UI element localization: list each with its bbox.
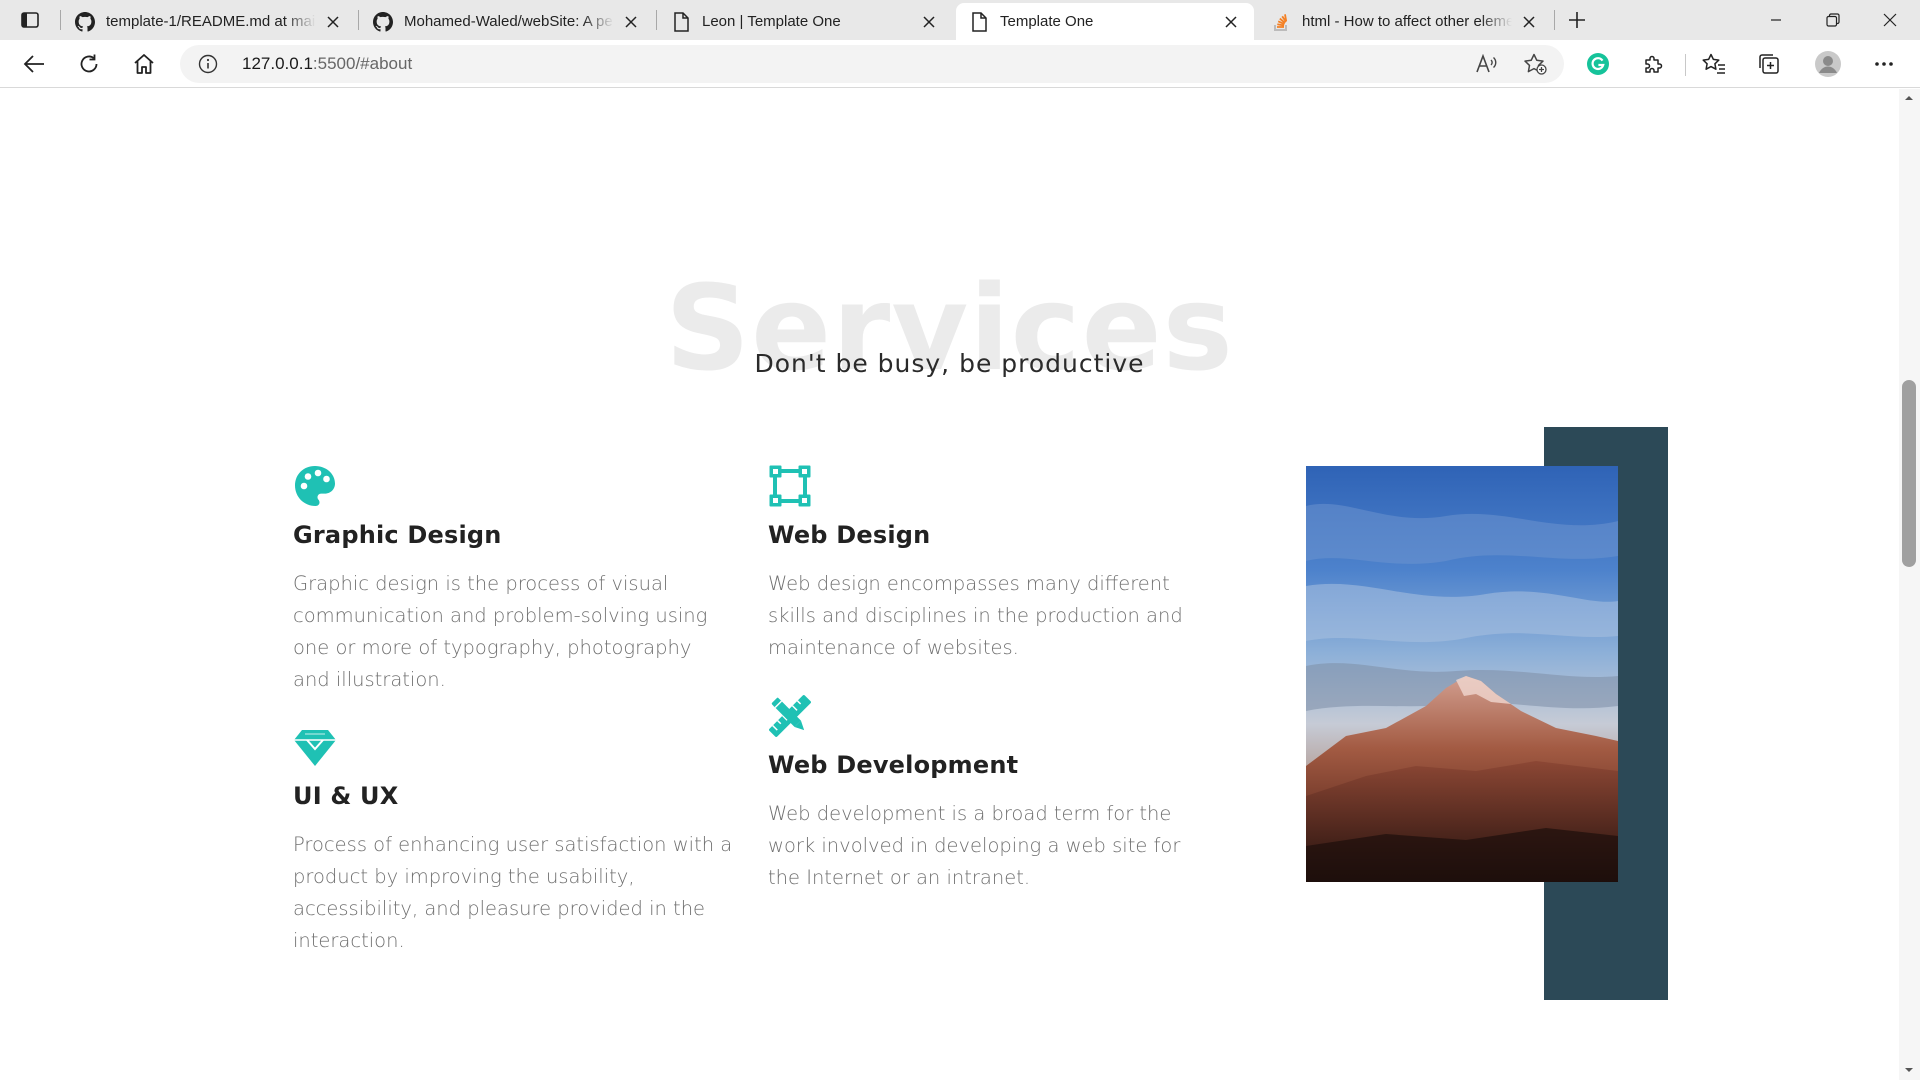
section-subtitle: Don't be busy, be productive: [754, 349, 1145, 378]
address-bar[interactable]: 127.0.0.1:5500/#about: [180, 45, 1564, 83]
browser-toolbar: 127.0.0.1:5500/#about: [0, 40, 1920, 88]
grammarly-icon: [1587, 53, 1609, 75]
back-button[interactable]: [16, 48, 52, 80]
scroll-down-arrow-icon[interactable]: [1904, 1065, 1914, 1075]
service-graphic-design: Graphic Design Graphic design is the pro…: [293, 464, 733, 696]
page-icon: [670, 11, 692, 33]
extensions-button[interactable]: [1635, 48, 1671, 80]
restore-icon: [1826, 13, 1840, 27]
service-description: Graphic design is the process of visual …: [293, 572, 708, 691]
arrow-left-icon: [23, 55, 44, 73]
palette-icon: [295, 466, 335, 506]
service-title: Graphic Design: [293, 521, 502, 549]
tab-website-repo[interactable]: Mohamed-Waled/webSite: A personal: [360, 3, 654, 40]
close-icon[interactable]: [620, 11, 642, 33]
service-title: Web Development: [768, 751, 1019, 779]
close-window-button[interactable]: [1862, 0, 1918, 40]
profile-button[interactable]: [1810, 48, 1846, 80]
mountain-image: [1306, 466, 1618, 882]
refresh-button[interactable]: [71, 48, 107, 80]
page-scrollbar[interactable]: [1899, 89, 1920, 1080]
tab-title: Leon | Template One: [702, 13, 841, 30]
service-description: Web development is a broad term for the …: [768, 802, 1181, 889]
url-text[interactable]: 127.0.0.1:5500/#about: [242, 54, 412, 74]
service-description: Web design encompasses many different sk…: [768, 572, 1183, 659]
collections-icon: [1759, 54, 1779, 74]
github-icon: [74, 11, 96, 33]
tab-title: template-1/README.md at main: [106, 13, 316, 30]
collections-button[interactable]: [1751, 48, 1787, 80]
add-favorite-button[interactable]: [1518, 48, 1552, 80]
read-aloud-icon: [1476, 54, 1497, 73]
tab-title: html - How to affect other elements: [1302, 13, 1512, 30]
tab-actions-button[interactable]: [12, 6, 48, 34]
url-host: 127.0.0.1: [242, 54, 313, 73]
pencil-ruler-icon: [769, 695, 811, 737]
close-icon[interactable]: [1220, 11, 1242, 33]
restore-button[interactable]: [1805, 0, 1861, 40]
vector-square-icon: [769, 465, 811, 507]
scrollbar-thumb[interactable]: [1902, 380, 1916, 567]
close-icon[interactable]: [322, 11, 344, 33]
service-ui-ux: UI & UX Process of enhancing user satisf…: [293, 725, 733, 957]
plus-icon: [1569, 12, 1585, 28]
service-title: UI & UX: [293, 782, 399, 810]
more-icon: [1875, 62, 1893, 66]
close-icon: [1883, 13, 1897, 27]
read-aloud-button[interactable]: [1470, 48, 1504, 80]
page-viewport: Services Don't be busy, be productive Gr…: [0, 89, 1899, 1080]
stackoverflow-icon: [1270, 11, 1292, 33]
favorites-button[interactable]: [1696, 48, 1732, 80]
service-web-design: Web Design Web design encompasses many d…: [768, 464, 1208, 664]
home-button[interactable]: [126, 48, 162, 80]
close-icon[interactable]: [1518, 11, 1540, 33]
minimize-button[interactable]: [1748, 0, 1804, 40]
minimize-icon: [1771, 19, 1781, 21]
favorites-icon: [1702, 53, 1725, 74]
home-icon: [134, 54, 154, 74]
tab-template-one[interactable]: Template One: [956, 3, 1254, 40]
scroll-up-arrow-icon[interactable]: [1904, 93, 1914, 103]
gem-icon: [294, 730, 336, 766]
service-title: Web Design: [768, 521, 931, 549]
tab-leon-template[interactable]: Leon | Template One: [658, 3, 952, 40]
tab-readme[interactable]: template-1/README.md at main: [62, 3, 356, 40]
tab-bar: template-1/README.md at main Mohamed-Wal…: [0, 0, 1920, 40]
refresh-icon: [80, 54, 98, 73]
avatar-icon: [1815, 51, 1841, 77]
page-icon: [968, 11, 990, 33]
github-icon: [372, 11, 394, 33]
tab-title: Template One: [1000, 13, 1094, 30]
url-path: :5500/#about: [312, 54, 413, 73]
settings-more-button[interactable]: [1866, 48, 1902, 80]
tab-stackoverflow[interactable]: html - How to affect other elements: [1258, 3, 1552, 40]
service-web-development: Web Development Web development is a bro…: [768, 694, 1208, 894]
close-icon[interactable]: [918, 11, 940, 33]
tab-title: Mohamed-Waled/webSite: A personal: [404, 13, 614, 30]
grammarly-extension-button[interactable]: [1580, 48, 1616, 80]
info-icon[interactable]: [198, 54, 218, 74]
service-description: Process of enhancing user satisfaction w…: [293, 833, 733, 952]
new-tab-button[interactable]: [1562, 6, 1592, 34]
puzzle-icon: [1645, 55, 1663, 73]
star-add-icon: [1524, 53, 1547, 75]
tab-actions-icon: [21, 12, 39, 28]
